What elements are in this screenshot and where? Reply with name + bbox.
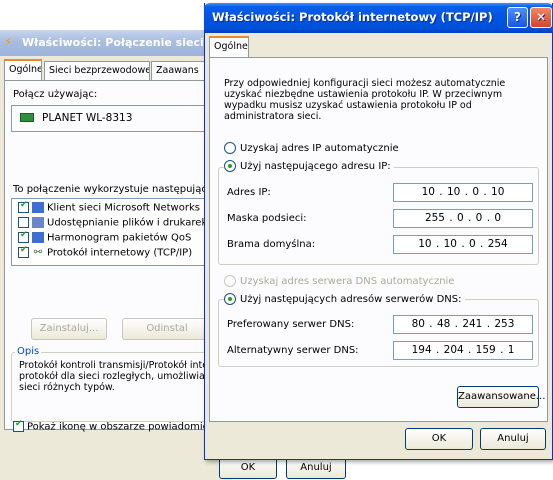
auto-ip-radio[interactable] — [224, 142, 236, 154]
show-icon-label: Pokaż ikonę w obszarze powiadomień — [27, 421, 216, 433]
manual-dns-radio[interactable] — [224, 293, 236, 305]
tcpip-title: Właściwości: Protokół internetowy (TCP/I… — [212, 10, 493, 24]
close-icon: ✕ — [535, 10, 547, 24]
tcpip-ok-button[interactable]: OK — [405, 428, 473, 450]
auto-dns-label: Uzyskaj adres serwera DNS automatycznie — [240, 276, 455, 287]
component-checkbox-qos[interactable] — [18, 230, 29, 243]
auto-dns-option[interactable]: Uzyskaj adres serwera DNS automatycznie — [224, 275, 454, 287]
connection-cancel-button[interactable]: Anuluj — [286, 457, 346, 479]
protocol-icon: ⚯ — [33, 247, 43, 258]
preferred-dns-label: Preferowany serwer DNS: — [227, 319, 355, 330]
component-item-tcpip[interactable]: ⚯ Protokół internetowy (TCP/IP) — [18, 245, 193, 259]
tab-general[interactable]: Ogólne — [4, 59, 42, 80]
manual-ip-label: Użyj następującego adresu IP: — [240, 161, 391, 172]
auto-ip-option[interactable]: Uzyskaj adres IP automatycznie — [224, 142, 399, 154]
subnet-mask-label: Maska podsieci: — [227, 213, 307, 224]
ip-address-label: Adres IP: — [227, 187, 271, 198]
component-item-file-sharing[interactable]: Udostępnianie plików i drukarek — [18, 217, 207, 229]
tcpip-general-panel: Przy odpowiedniej konfiguracji sieci moż… — [209, 57, 548, 422]
description-title: Opis — [15, 346, 42, 357]
connection-tabs: Ogólne Sieci bezprzewodowe Zaawans — [4, 59, 234, 80]
network-client-icon — [32, 202, 44, 213]
manual-ip-option[interactable]: Użyj następującego adresu IP: — [224, 160, 394, 172]
manual-dns-label: Użyj następujących adresów serwerów DNS: — [240, 294, 462, 305]
adapter-box: PLANET WL-8313 — [11, 105, 233, 132]
connection-ok-button[interactable]: OK — [219, 457, 277, 479]
show-icon-option[interactable]: Pokaż ikonę w obszarze powiadomień — [13, 419, 216, 433]
component-label: Harmonogram pakietów QoS — [47, 232, 192, 244]
connect-using-label: Połącz używając: — [13, 89, 98, 100]
component-label: Udostępnianie plików i drukarek — [47, 217, 208, 229]
network-adapter-icon — [20, 113, 34, 122]
advanced-button[interactable]: Zaawansowane... — [457, 386, 545, 408]
component-label: Protokół internetowy (TCP/IP) — [47, 247, 193, 259]
network-connection-icon: ⚡ — [4, 35, 13, 49]
component-label: Klient sieci Microsoft Networks — [47, 202, 200, 214]
auto-dns-radio[interactable] — [224, 275, 236, 287]
connection-general-panel: Połącz używając: PLANET WL-8313 To połąc… — [4, 80, 233, 433]
adapter-name: PLANET WL-8313 — [42, 112, 133, 124]
alternate-dns-label: Alternatywny serwer DNS: — [227, 345, 359, 356]
file-sharing-icon — [32, 217, 44, 228]
connection-properties-window: ⚡ Właściwości: Połączenie sieci be Ogóln… — [0, 30, 346, 480]
show-icon-checkbox[interactable] — [13, 419, 24, 432]
component-item-qos[interactable]: Harmonogram pakietów QoS — [18, 230, 192, 244]
tcpip-cancel-button[interactable]: Anuluj — [480, 428, 546, 450]
alternate-dns-field[interactable]: 194 . 204 . 159 . 1 — [393, 341, 533, 360]
components-list: Klient sieci Microsoft Networks Udostępn… — [11, 198, 233, 266]
component-item-client[interactable]: Klient sieci Microsoft Networks — [18, 200, 200, 214]
tcpip-description: Przy odpowiedniej konfiguracji sieci moż… — [224, 78, 506, 122]
tcpip-title-bar[interactable]: Właściwości: Protokół internetowy (TCP/I… — [204, 3, 553, 33]
close-button[interactable]: ✕ — [530, 7, 552, 28]
help-icon: ? — [514, 10, 521, 24]
tcpip-properties-window: Właściwości: Protokół internetowy (TCP/I… — [204, 3, 553, 460]
component-checkbox-file-sharing[interactable] — [18, 217, 29, 228]
preferred-dns-field[interactable]: 80 . 48 . 241 . 253 — [393, 315, 533, 334]
gateway-field[interactable]: 10 . 10 . 0 . 254 — [393, 235, 533, 254]
manual-ip-radio[interactable] — [224, 160, 236, 172]
help-button[interactable]: ? — [507, 7, 528, 28]
uninstall-button[interactable]: Odinstal — [122, 318, 212, 340]
tab-wireless-networks[interactable]: Sieci bezprzewodowe — [44, 61, 150, 80]
auto-ip-label: Uzyskaj adres IP automatycznie — [240, 143, 399, 154]
description-text: Protokół kontroli transmisji/Protokół in… — [19, 360, 209, 393]
component-checkbox-client[interactable] — [18, 200, 29, 213]
subnet-mask-field[interactable]: 255 . 0 . 0 . 0 — [393, 209, 533, 228]
tab-general[interactable]: Ogólne — [209, 36, 249, 57]
manual-dns-option[interactable]: Użyj następujących adresów serwerów DNS: — [224, 293, 465, 305]
components-label: To połączenie wykorzystuje następujące s — [13, 184, 222, 195]
qos-icon — [32, 232, 44, 243]
ip-address-field[interactable]: 10 . 10 . 0 . 10 — [393, 183, 533, 202]
install-button[interactable]: Zainstaluj... — [31, 318, 107, 340]
gateway-label: Brama domyślna: — [227, 239, 316, 250]
connection-properties-title-bar[interactable]: ⚡ Właściwości: Połączenie sieci be — [0, 30, 232, 56]
component-checkbox-tcpip[interactable] — [18, 245, 29, 258]
connection-properties-title: Właściwości: Połączenie sieci be — [22, 36, 223, 49]
